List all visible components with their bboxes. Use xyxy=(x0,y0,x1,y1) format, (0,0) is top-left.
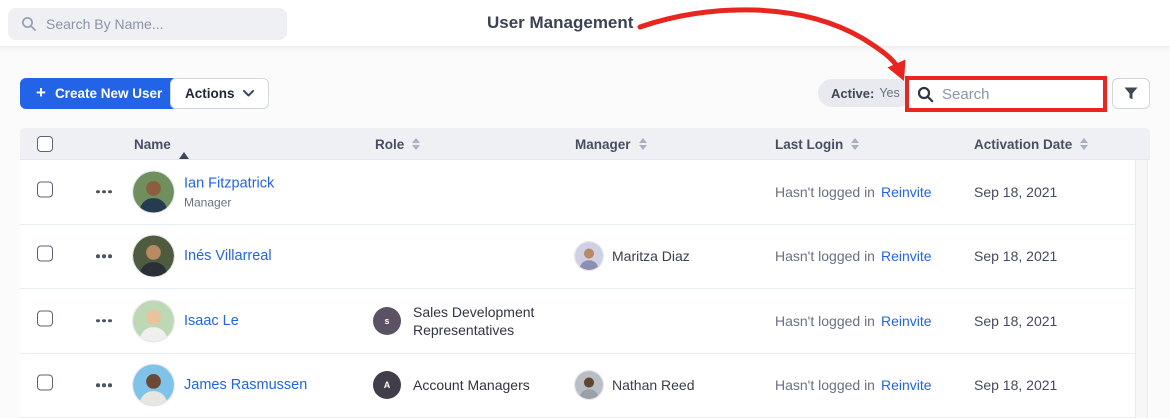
last-login-text: Hasn't logged in xyxy=(775,248,875,265)
manager-name: Nathan Reed xyxy=(612,377,695,394)
search-by-name-box[interactable] xyxy=(8,8,287,40)
more-dots-icon xyxy=(96,254,100,258)
select-all-checkbox[interactable] xyxy=(37,136,53,152)
activation-date: Sep 18, 2021 xyxy=(974,377,1058,394)
table-search-box-highlighted[interactable] xyxy=(905,76,1107,112)
user-name-link[interactable]: James Rasmussen xyxy=(184,377,307,393)
column-header-manager[interactable]: Manager xyxy=(575,128,647,160)
annotation-user-management-label: User Management xyxy=(487,13,634,32)
last-login-text: Hasn't logged in xyxy=(775,183,875,200)
plus-icon: + xyxy=(36,83,46,102)
users-table: Name Role Manager Last Login Activation … xyxy=(20,128,1150,418)
user-name-link[interactable]: Isaac Le xyxy=(184,313,239,329)
column-header-last-login[interactable]: Last Login xyxy=(775,128,860,160)
row-checkbox[interactable] xyxy=(37,245,53,262)
role-label: Account Managers xyxy=(413,377,530,394)
manager-name: Maritza Diaz xyxy=(612,248,690,265)
search-by-name-input[interactable] xyxy=(46,16,266,32)
table-body: Ian Fitzpatrick Manager Hasn't logged in… xyxy=(20,160,1135,418)
search-icon xyxy=(22,17,36,31)
column-header-name[interactable]: Name xyxy=(134,128,189,160)
user-subtitle: Manager xyxy=(184,195,232,210)
sort-both-icon xyxy=(638,138,647,150)
user-name-link[interactable]: Inés Villarreal xyxy=(184,248,272,264)
avatar xyxy=(133,171,174,213)
vertical-scrollbar[interactable] xyxy=(1135,160,1148,418)
table-search-input[interactable] xyxy=(942,85,1092,103)
table-row: Ian Fitzpatrick Manager Hasn't logged in… xyxy=(20,160,1135,225)
sort-both-icon xyxy=(851,138,860,150)
user-name-link[interactable]: Ian Fitzpatrick xyxy=(184,175,274,191)
active-filter-value: Yes xyxy=(879,86,900,100)
chevron-down-icon xyxy=(242,90,254,97)
actions-label: Actions xyxy=(185,86,235,101)
more-dots-icon xyxy=(96,190,100,194)
create-new-user-label: Create New User xyxy=(54,86,163,101)
avatar xyxy=(133,364,174,406)
sort-both-icon xyxy=(412,138,421,150)
role-label: Sales Development Representatives xyxy=(413,303,535,338)
active-filter-label: Active: xyxy=(831,85,875,101)
avatar xyxy=(133,235,174,277)
reinvite-link[interactable]: Reinvite xyxy=(881,248,932,264)
row-actions-menu[interactable] xyxy=(94,380,114,392)
row-checkbox[interactable] xyxy=(37,181,53,198)
activation-date: Sep 18, 2021 xyxy=(974,312,1058,329)
manager-avatar xyxy=(575,371,603,400)
sort-both-icon xyxy=(1080,138,1089,150)
row-checkbox[interactable] xyxy=(37,310,53,327)
filter-funnel-icon xyxy=(1124,87,1138,100)
table-row: Isaac Le s Sales Development Representat… xyxy=(20,289,1135,354)
row-actions-menu[interactable] xyxy=(94,186,114,198)
reinvite-link[interactable]: Reinvite xyxy=(881,377,932,393)
row-checkbox[interactable] xyxy=(37,374,53,391)
table-row: James Rasmussen A Account Managers Natha… xyxy=(20,353,1135,418)
table-header-row: Name Role Manager Last Login Activation … xyxy=(20,128,1150,160)
activation-date: Sep 18, 2021 xyxy=(974,183,1058,200)
activation-date: Sep 18, 2021 xyxy=(974,248,1058,265)
last-login-text: Hasn't logged in xyxy=(775,377,875,394)
table-row: Inés Villarreal Maritza Diaz Hasn't logg… xyxy=(20,224,1135,289)
sort-asc-icon xyxy=(178,136,189,159)
more-dots-icon xyxy=(96,383,100,387)
role-badge: s xyxy=(373,306,401,335)
row-actions-menu[interactable] xyxy=(94,315,114,327)
last-login-text: Hasn't logged in xyxy=(775,312,875,329)
actions-button[interactable]: Actions xyxy=(170,78,269,109)
manager-avatar xyxy=(575,242,603,271)
avatar xyxy=(133,300,174,342)
column-header-activation-date[interactable]: Activation Date xyxy=(974,128,1089,160)
more-dots-icon xyxy=(96,319,100,323)
column-header-role[interactable]: Role xyxy=(375,128,421,160)
row-actions-menu[interactable] xyxy=(94,251,114,263)
reinvite-link[interactable]: Reinvite xyxy=(881,313,932,329)
role-badge: A xyxy=(373,371,401,400)
active-filter-badge[interactable]: Active: Yes xyxy=(818,79,913,107)
reinvite-link[interactable]: Reinvite xyxy=(881,184,932,200)
search-icon xyxy=(917,86,934,102)
create-new-user-button[interactable]: + Create New User xyxy=(20,78,179,109)
filter-button[interactable] xyxy=(1112,78,1150,109)
